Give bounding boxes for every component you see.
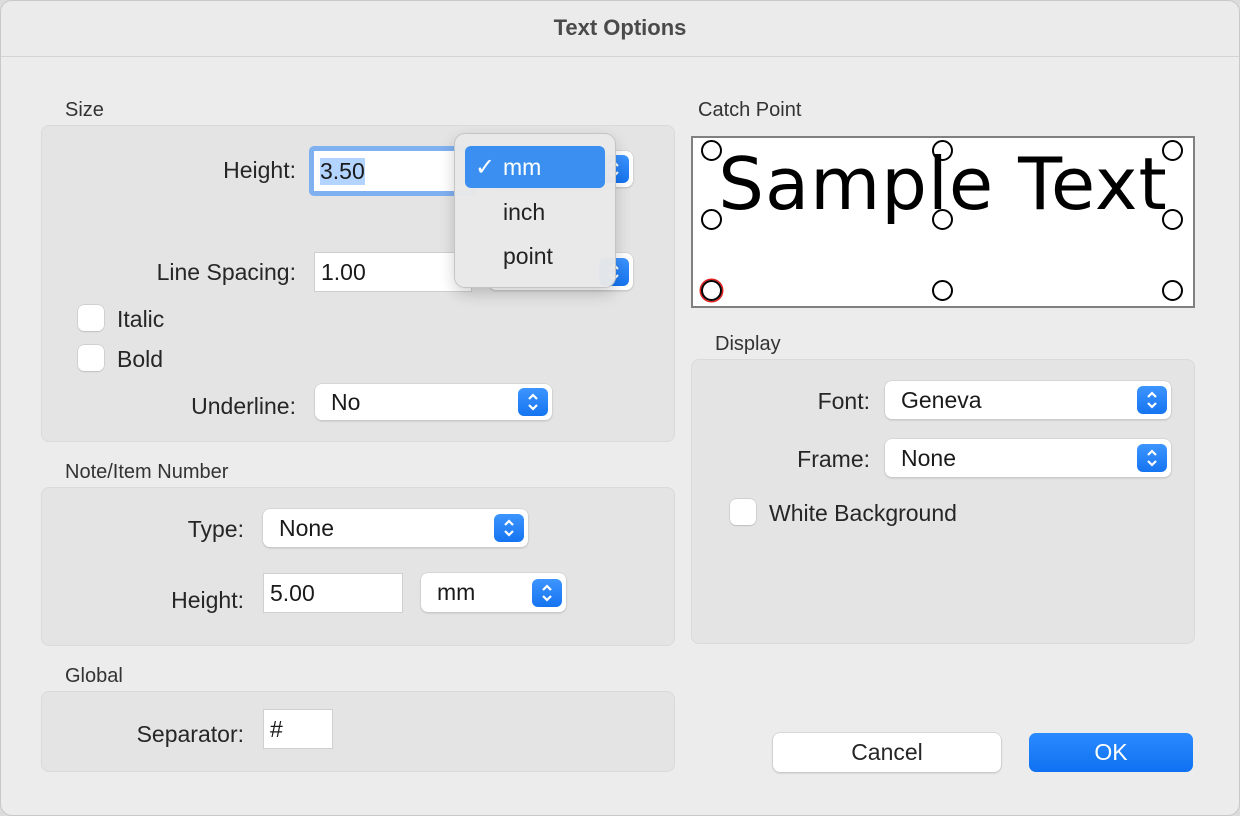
bold-checkbox[interactable]: [78, 345, 104, 371]
note-height-unit-select[interactable]: mm: [421, 573, 566, 612]
checkmark-icon: ✓: [475, 153, 496, 181]
menu-item-inch[interactable]: inch: [465, 191, 605, 233]
unit-dropdown-menu: ✓ mm inch point: [455, 134, 615, 287]
frame-value: None: [901, 444, 956, 471]
font-select[interactable]: Geneva: [885, 381, 1171, 419]
separator-label: Separator:: [136, 721, 244, 747]
chevron-up-down-icon: [1137, 444, 1167, 472]
catch-point-section-label: Catch Point: [698, 99, 802, 121]
chevron-up-down-icon: [494, 514, 524, 542]
global-section-label: Global: [65, 665, 123, 687]
chevron-up-down-icon: [532, 578, 562, 607]
type-select[interactable]: None: [263, 509, 528, 547]
menu-item-point[interactable]: point: [465, 235, 605, 277]
catch-point-preview: Sample Text: [691, 136, 1195, 308]
italic-checkbox[interactable]: [78, 305, 104, 331]
catch-point-middle-center[interactable]: [932, 209, 953, 230]
display-section-label: Display: [715, 333, 781, 355]
height-label: Height:: [223, 157, 296, 183]
frame-select[interactable]: None: [885, 439, 1171, 477]
catch-point-top-center[interactable]: [932, 140, 953, 161]
catch-point-middle-left[interactable]: [701, 209, 722, 230]
chevron-up-down-icon: [518, 388, 548, 416]
note-height-label: Height:: [171, 587, 244, 613]
catch-point-bottom-left-selected[interactable]: [701, 280, 722, 301]
chevron-up-down-icon: [1137, 386, 1167, 414]
ok-button[interactable]: OK: [1029, 733, 1193, 772]
font-label: Font:: [817, 388, 870, 414]
underline-select[interactable]: No: [315, 384, 552, 420]
line-spacing-input[interactable]: 1.00: [314, 252, 472, 292]
menu-item-mm[interactable]: ✓ mm: [465, 146, 605, 188]
height-value: 3.50: [320, 157, 365, 185]
title-bar: Text Options: [1, 1, 1239, 57]
white-background-checkbox[interactable]: [730, 499, 756, 525]
window-title: Text Options: [553, 15, 687, 40]
type-value: None: [279, 514, 334, 541]
catch-point-bottom-center[interactable]: [932, 280, 953, 301]
font-value: Geneva: [901, 386, 982, 413]
underline-value: No: [331, 388, 361, 415]
italic-label: Italic: [117, 306, 165, 332]
catch-point-bottom-right[interactable]: [1162, 280, 1183, 301]
underline-label: Underline:: [191, 393, 296, 419]
note-height-input[interactable]: 5.00: [263, 573, 403, 613]
type-label: Type:: [187, 516, 244, 542]
separator-input[interactable]: #: [263, 709, 333, 749]
line-spacing-label: Line Spacing:: [156, 259, 296, 285]
menu-item-label: mm: [503, 153, 542, 180]
cancel-button[interactable]: Cancel: [773, 733, 1001, 772]
white-background-label: White Background: [769, 500, 957, 526]
catch-point-middle-right[interactable]: [1162, 209, 1183, 230]
note-section-label: Note/Item Number: [65, 461, 229, 483]
text-options-dialog: Text Options Size Height: 3.50 Line Spac…: [0, 0, 1240, 816]
catch-point-top-left[interactable]: [701, 140, 722, 161]
catch-point-top-right[interactable]: [1162, 140, 1183, 161]
note-unit-value: mm: [437, 579, 476, 605]
menu-item-label: inch: [503, 198, 546, 225]
menu-item-label: point: [503, 242, 553, 269]
size-section-label: Size: [65, 99, 104, 121]
frame-label: Frame:: [797, 446, 870, 472]
bold-label: Bold: [117, 346, 164, 372]
height-input[interactable]: 3.50: [314, 151, 472, 191]
